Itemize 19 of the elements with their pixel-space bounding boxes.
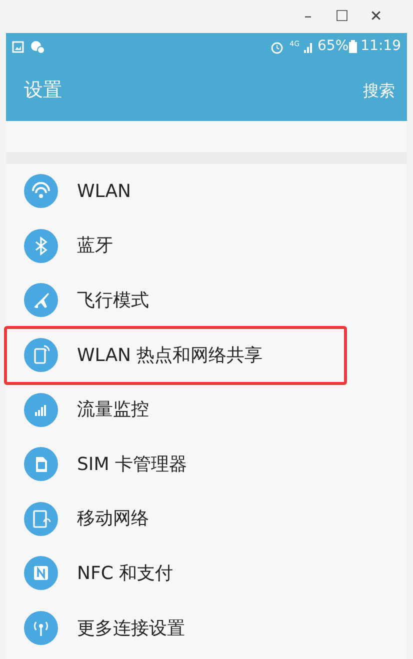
hotspot-icon — [24, 338, 58, 372]
bluetooth-icon — [24, 228, 58, 263]
notification-icon — [30, 40, 46, 54]
wifi-icon — [24, 174, 58, 208]
battery-level: 65% — [318, 37, 349, 56]
alarm-icon — [270, 40, 284, 54]
mobile-network-icon — [24, 502, 58, 536]
battery-icon — [348, 40, 357, 53]
nfc-icon — [24, 556, 58, 590]
antenna-icon — [24, 611, 58, 646]
signal-icon — [302, 40, 314, 52]
sim-card-icon — [24, 447, 58, 482]
image-icon — [12, 40, 24, 52]
maximize-button[interactable]: ☐ — [325, 0, 359, 33]
screen-title: 设置 — [24, 78, 62, 104]
minimize-button[interactable]: – — [291, 0, 325, 33]
clock-time: 11:19 — [360, 37, 401, 56]
bar-chart-icon — [24, 392, 58, 427]
close-button[interactable]: ✕ — [359, 0, 393, 33]
